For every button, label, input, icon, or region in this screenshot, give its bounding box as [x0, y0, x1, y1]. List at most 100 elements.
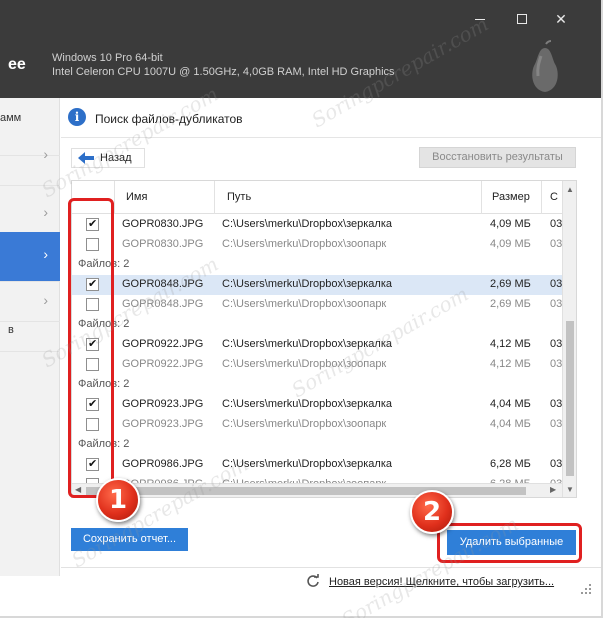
cell-date: 03: [550, 298, 563, 310]
cell-name: GOPR0922.JPG: [122, 358, 204, 370]
page-title: Поиск файлов-дубликатов: [95, 112, 243, 126]
cell-path: C:\Users\merku\Dropbox\зеркалка: [222, 458, 393, 470]
sidebar-item-label: в: [8, 324, 14, 336]
cell-name: GOPR0923.JPG: [122, 398, 204, 410]
chevron-right-icon: ›: [43, 204, 48, 220]
arrow-left-icon: [78, 152, 94, 164]
cell-name: GOPR0923.JPG: [122, 418, 204, 430]
minimize-icon[interactable]: [470, 10, 490, 28]
cell-path: C:\Users\merku\Dropbox\зеркалка: [222, 218, 393, 230]
back-button-label: Назад: [100, 152, 132, 164]
cell-name: GOPR0830.JPG: [122, 238, 204, 250]
table-row[interactable]: GOPR0922.JPG C:\Users\merku\Dropbox\зерка…: [72, 335, 562, 355]
close-icon[interactable]: ✕: [551, 10, 571, 28]
column-header-path[interactable]: Путь: [227, 191, 251, 203]
column-header-date[interactable]: С: [550, 191, 558, 203]
new-version-link[interactable]: Новая версия! Щелкните, чтобы загрузить.…: [329, 576, 554, 588]
cell-size: 4,12 МБ: [490, 338, 531, 350]
update-bar: Новая версия! Щелкните, чтобы загрузить.…: [61, 567, 601, 597]
scroll-right-icon[interactable]: ▶: [550, 485, 556, 494]
cell-path: C:\Users\merku\Dropbox\зоопарк: [222, 238, 387, 250]
table-row[interactable]: GOPR0922.JPG C:\Users\merku\Dropbox\зоопа…: [72, 355, 562, 375]
cell-path: C:\Users\merku\Dropbox\зоопарк: [222, 418, 387, 430]
cell-size: 4,09 МБ: [490, 218, 531, 230]
sidebar-item-6[interactable]: в: [0, 322, 60, 352]
pear-logo-icon: [532, 40, 558, 92]
chevron-right-icon: ›: [43, 292, 48, 308]
sidebar-item-duplicates[interactable]: ›: [0, 232, 60, 282]
cell-path: C:\Users\merku\Dropbox\зеркалка: [222, 338, 393, 350]
title-bar: ✕: [0, 0, 601, 38]
cell-date: 03: [550, 238, 563, 250]
annotation-checkbox-highlight: [68, 198, 114, 498]
sidebar-item-5[interactable]: ›: [0, 282, 60, 322]
column-separator: [214, 181, 215, 214]
restore-results-button[interactable]: Восстановить результаты: [419, 147, 576, 168]
system-info-os: Windows 10 Pro 64-bit: [52, 52, 163, 64]
scrollbar-thumb[interactable]: [86, 487, 526, 495]
cell-name: GOPR0848.JPG: [122, 298, 204, 310]
cell-name: GOPR0986.JPG: [122, 458, 204, 470]
column-separator: [114, 181, 115, 214]
info-icon: i: [68, 108, 86, 126]
vertical-scrollbar[interactable]: ▲ ▼: [562, 181, 576, 497]
column-header-name[interactable]: Имя: [126, 191, 147, 203]
sidebar-item-2[interactable]: ›: [0, 128, 60, 186]
refresh-icon: [307, 574, 319, 587]
system-info-hardware: Intel Celeron CPU 1007U @ 1.50GHz, 4,0GB…: [52, 66, 395, 78]
table-row[interactable]: GOPR0923.JPG C:\Users\merku\Dropbox\зерка…: [72, 395, 562, 415]
sidebar-item-label: амм: [0, 112, 22, 124]
cell-date: 03: [550, 398, 563, 410]
cell-name: GOPR0830.JPG: [122, 218, 204, 230]
cell-date: 03: [550, 278, 563, 290]
app-window: ✕ ee Windows 10 Pro 64-bit Intel Celeron…: [0, 0, 603, 618]
column-separator: [541, 181, 542, 214]
chevron-right-icon: ›: [43, 146, 48, 162]
save-report-button[interactable]: Сохранить отчет...: [71, 528, 188, 551]
cell-path: C:\Users\merku\Dropbox\зоопарк: [222, 298, 387, 310]
chevron-right-icon: ›: [43, 246, 48, 262]
cell-path: C:\Users\merku\Dropbox\зеркалка: [222, 398, 393, 410]
annotation-delete-highlight: [437, 523, 582, 563]
horizontal-scrollbar[interactable]: ◀ ▶: [72, 483, 562, 497]
cell-path: C:\Users\merku\Dropbox\зоопарк: [222, 358, 387, 370]
column-header-size[interactable]: Размер: [492, 191, 530, 203]
cell-name: GOPR0922.JPG: [122, 338, 204, 350]
cell-date: 03: [550, 218, 563, 230]
table-row[interactable]: GOPR0986.JPG C:\Users\merku\Dropbox\зерка…: [72, 455, 562, 475]
cell-date: 03: [550, 418, 563, 430]
cell-size: 2,69 МБ: [490, 298, 531, 310]
table-header: Имя Путь Размер С: [72, 181, 562, 214]
cell-date: 03: [550, 458, 563, 470]
annotation-badge-2: 2: [410, 490, 454, 534]
cell-size: 2,69 МБ: [490, 278, 531, 290]
scroll-down-icon[interactable]: ▼: [566, 485, 574, 494]
column-separator: [481, 181, 482, 214]
table-row[interactable]: GOPR0830.JPG C:\Users\merku\Dropbox\зоопа…: [72, 235, 562, 255]
sidebar: амм › › › › в: [0, 98, 60, 576]
cell-size: 4,12 МБ: [490, 358, 531, 370]
back-button[interactable]: Назад: [71, 148, 145, 168]
scrollbar-thumb[interactable]: [566, 321, 574, 476]
cell-size: 4,04 МБ: [490, 398, 531, 410]
system-info: Windows 10 Pro 64-bit Intel Celeron CPU …: [52, 51, 395, 79]
cell-name: GOPR0848.JPG: [122, 278, 204, 290]
cell-size: 6,28 МБ: [490, 458, 531, 470]
table-row[interactable]: GOPR0830.JPG C:\Users\merku\Dropbox\зерка…: [72, 215, 562, 235]
maximize-icon[interactable]: [512, 10, 532, 28]
cell-path: C:\Users\merku\Dropbox\зеркалка: [222, 278, 393, 290]
cell-date: 03: [550, 338, 563, 350]
cell-date: 03: [550, 358, 563, 370]
cell-size: 4,04 МБ: [490, 418, 531, 430]
scroll-up-icon[interactable]: ▲: [566, 185, 574, 194]
section-header: i Поиск файлов-дубликатов: [61, 98, 601, 138]
duplicates-table: Имя Путь Размер С GOPR0830.JPG C:\Users\m…: [71, 180, 577, 498]
table-row[interactable]: GOPR0923.JPG C:\Users\merku\Dropbox\зоопа…: [72, 415, 562, 435]
annotation-badge-1: 1: [96, 478, 140, 522]
table-row[interactable]: GOPR0848.JPG C:\Users\merku\Dropbox\зоопа…: [72, 295, 562, 315]
resize-grip-icon[interactable]: [581, 584, 591, 594]
app-header: ee Windows 10 Pro 64-bit Intel Celeron C…: [0, 38, 601, 98]
cell-size: 4,09 МБ: [490, 238, 531, 250]
table-row[interactable]: GOPR0848.JPG C:\Users\merku\Dropbox\зерка…: [72, 275, 562, 295]
brand-logo-text: ee: [8, 56, 26, 73]
